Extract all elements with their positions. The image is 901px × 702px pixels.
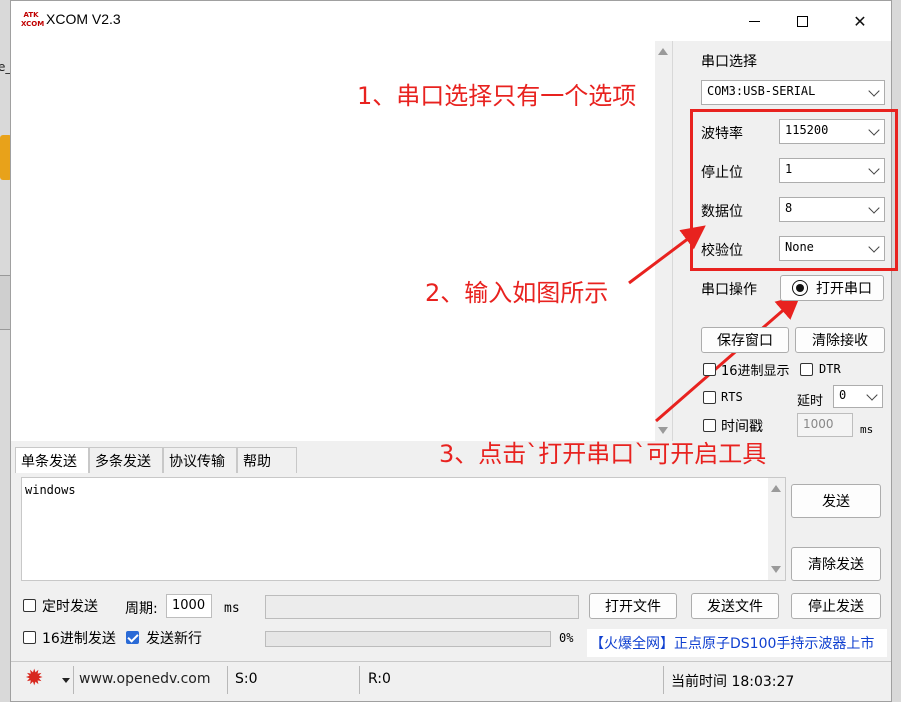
timed-send-label: 定时发送 (42, 599, 98, 615)
ad-link[interactable]: 【火爆全网】正点原子DS100手持示波器上市 (587, 629, 887, 657)
period-input[interactable]: 1000 (166, 594, 212, 618)
maximize-button[interactable] (779, 1, 825, 41)
minimize-icon (748, 20, 760, 22)
send-newline-checkbox[interactable] (126, 631, 139, 644)
current-time: 当前时间 18:03:27 (671, 674, 795, 690)
timestamp-label: 时间戳 (721, 419, 763, 435)
send-scrollbar[interactable] (768, 478, 785, 580)
gear-icon[interactable]: ✹ (25, 668, 43, 690)
tab-help[interactable]: 帮助 (237, 447, 297, 473)
hex-display-label: 16进制显示 (721, 364, 790, 379)
close-button[interactable]: ✕ (837, 1, 883, 41)
delay-label: 延时 (797, 394, 824, 409)
save-window-button[interactable]: 保存窗口 (701, 327, 789, 353)
tab-single-send[interactable]: 单条发送 (15, 447, 89, 473)
title-bar: ATK XCOM XCOM V2.3 ✕ (11, 1, 891, 41)
close-icon: ✕ (853, 11, 867, 31)
period-label: 周期: (125, 601, 158, 617)
delay-combo[interactable]: 0 (833, 385, 883, 408)
send-progress-text: 0% (559, 631, 574, 645)
send-progress-bar (265, 631, 551, 647)
send-button[interactable]: 发送 (791, 484, 881, 518)
stop-send-button[interactable]: 停止发送 (791, 593, 881, 619)
sent-count: S:0 (235, 671, 258, 687)
timestamp-input[interactable]: 1000 (797, 413, 853, 437)
scroll-up-icon[interactable] (771, 485, 781, 492)
send-textarea[interactable]: windows (21, 477, 786, 581)
port-combo[interactable]: COM3:USB-SERIAL (701, 80, 885, 105)
status-bar: ✹ www.openedv.com S:0 R:0 当前时间 18:03:27 (11, 661, 891, 701)
tab-bar: 单条发送 多条发送 协议传输 帮助 (11, 447, 891, 473)
send-file-button[interactable]: 发送文件 (691, 593, 779, 619)
chevron-down-icon[interactable] (62, 678, 70, 683)
clear-send-button[interactable]: 清除发送 (791, 547, 881, 581)
timestamp-unit: ms (860, 423, 874, 436)
xcom-window: ATK XCOM XCOM V2.3 ✕ 1、串口选择只有一个选项 2、输入如图所… (10, 0, 898, 702)
app-logo-icon: ATK XCOM (21, 11, 45, 28)
annotation-2: 2、输入如图所示 (425, 279, 609, 307)
tab-multi-send[interactable]: 多条发送 (89, 447, 163, 473)
receive-scrollbar[interactable] (655, 41, 672, 441)
timed-send-checkbox[interactable] (23, 599, 36, 612)
hex-send-checkbox[interactable] (23, 631, 36, 644)
website-link[interactable]: www.openedv.com (79, 671, 211, 687)
port-select-label: 串口选择 (701, 54, 757, 70)
received-count: R:0 (368, 671, 391, 687)
hex-display-checkbox[interactable] (703, 363, 716, 376)
chevron-down-icon (868, 85, 880, 97)
hex-send-label: 16进制发送 (42, 631, 116, 647)
dtr-label: DTR (819, 362, 841, 376)
rts-checkbox[interactable] (703, 391, 716, 404)
window-title: XCOM V2.3 (46, 11, 121, 27)
open-file-button[interactable]: 打开文件 (589, 593, 677, 619)
open-port-button[interactable]: 打开串口 (780, 275, 884, 301)
port-status-icon (792, 280, 808, 296)
scroll-down-icon[interactable] (771, 566, 781, 573)
scroll-up-icon[interactable] (658, 48, 668, 55)
port-op-label: 串口操作 (701, 282, 757, 298)
maximize-icon (796, 15, 808, 27)
send-newline-label: 发送新行 (146, 631, 202, 647)
dtr-checkbox[interactable] (800, 363, 813, 376)
send-file-path (265, 595, 579, 619)
period-unit: ms (224, 601, 240, 616)
minimize-button[interactable] (731, 1, 777, 41)
annotation-1: 1、串口选择只有一个选项 (357, 82, 637, 110)
settings-highlight (690, 109, 898, 271)
clear-receive-button[interactable]: 清除接收 (795, 327, 885, 353)
rts-label: RTS (721, 390, 743, 404)
desktop-right-edge (891, 0, 901, 702)
tab-protocol[interactable]: 协议传输 (163, 447, 237, 473)
chevron-down-icon (866, 389, 878, 401)
timestamp-checkbox[interactable] (703, 419, 716, 432)
scroll-down-icon[interactable] (658, 427, 668, 434)
